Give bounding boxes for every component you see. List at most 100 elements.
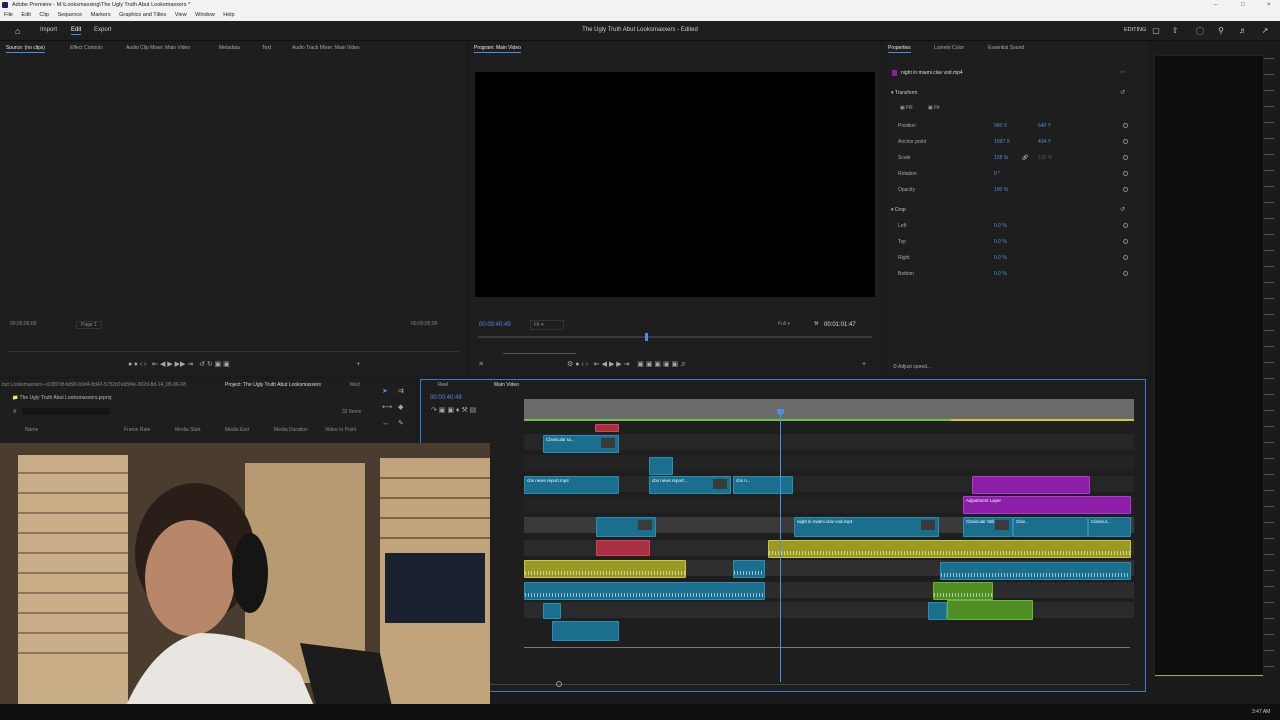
col-video-in-point[interactable]: Video In Point [325, 427, 356, 433]
reset-transform-icon[interactable]: ↺ [1120, 89, 1125, 96]
clip-cbs-n[interactable]: cbs n... [733, 476, 793, 494]
prop-anchor-point[interactable]: Anchor point 1097 X 434 Y [898, 139, 1138, 146]
keyframe-icon[interactable] [1123, 139, 1128, 144]
project-path-tab[interactable]: but Looksmaxxers--d1887df-bd90-b9d4-8d43… [2, 382, 207, 388]
timeline-playhead-line[interactable] [780, 412, 781, 682]
crop-section[interactable]: ▾ Crop [891, 207, 906, 213]
prop-position[interactable]: Position 960 X 540 Y [898, 123, 1138, 130]
menu-sequence[interactable]: Sequence [57, 12, 82, 18]
clip-night-in-miami[interactable]: night in miami clav vod.mp4 [794, 517, 939, 537]
clip-cbs-news-report-2[interactable]: cbs news report... [649, 476, 731, 494]
fill-button[interactable]: ▣ Fill [900, 105, 913, 111]
source-scrubber[interactable] [7, 351, 459, 352]
clip-adjustment-layer[interactable]: Adjustment Layer [963, 496, 1131, 514]
keyframe-icon[interactable] [1123, 187, 1128, 192]
clip-red-v1[interactable] [596, 540, 650, 556]
timeline-timecode[interactable]: 00:00:40:49 [430, 395, 462, 401]
keyframe-icon[interactable] [1123, 271, 1128, 276]
col-frame-rate[interactable]: Frame Rate [124, 427, 150, 433]
clip-clavicular-still[interactable]: Clavicular Still... [963, 517, 1013, 537]
panel-layout-icon[interactable]: ▢ [1151, 26, 1161, 36]
link-icon[interactable]: 🔗 [1022, 155, 1028, 161]
razor-tool-icon[interactable]: ◆ [398, 404, 403, 412]
program-scrubber[interactable] [478, 336, 872, 338]
clip-audio-a2[interactable] [524, 582, 765, 600]
pen-tool-icon[interactable]: ✎ [398, 420, 404, 428]
tab-audio-clip-mixer[interactable]: Audio Clip Mixer: Main Video [126, 42, 190, 55]
source-page-select[interactable]: Page 1 [76, 321, 102, 329]
clip-audio-a1-long[interactable] [940, 562, 1131, 580]
menu-clip[interactable]: Clip [39, 12, 48, 18]
maximize-icon[interactable]: □ [1241, 0, 1245, 10]
prop-crop-bottom[interactable]: Bottom 0.0 % [898, 271, 1138, 278]
tab-text[interactable]: Text [262, 42, 271, 55]
tab-metadata[interactable]: Metadata [219, 42, 240, 55]
selection-tool-icon[interactable]: ➤ [382, 388, 388, 396]
clip-audio-green-a2[interactable] [933, 582, 993, 600]
clip-v5-small[interactable] [649, 457, 673, 475]
fullscreen-icon[interactable]: ↗ [1260, 26, 1270, 36]
tab-essential-sound[interactable]: Essential Sound [988, 42, 1024, 55]
clip-clavicular-ta[interactable]: Clavicular ta... [543, 435, 619, 453]
progress-icon[interactable]: ◯ [1195, 26, 1205, 36]
prop-crop-left[interactable]: Left 0.0 % [898, 223, 1138, 230]
fit-button[interactable]: ▣ Fit [928, 105, 940, 111]
keyframe-icon[interactable] [1123, 223, 1128, 228]
col-media-start[interactable]: Media Start [175, 427, 201, 433]
col-name[interactable]: Name [25, 427, 38, 433]
project-search-icon[interactable]: ⚲ [13, 409, 17, 415]
scrollbar-handle[interactable] [556, 681, 562, 687]
volume-icon[interactable]: ♬ [1238, 26, 1248, 36]
quick-export-icon[interactable]: ⇧ [1170, 26, 1180, 36]
keyframe-icon[interactable] [1123, 123, 1128, 128]
prop-crop-right[interactable]: Right 0.0 % [898, 255, 1138, 262]
clip-yellow-v1[interactable] [768, 540, 1131, 558]
track-select-tool-icon[interactable]: ⇉ [398, 388, 404, 396]
clip-audio-yellow-a1[interactable] [524, 560, 686, 578]
program-viewer[interactable] [475, 72, 875, 297]
keyframe-icon[interactable] [1123, 171, 1128, 176]
clip-cbs-news-report[interactable]: cbs news report.mp4 [524, 476, 619, 494]
zoom-bar[interactable] [503, 353, 576, 354]
clip-red-small[interactable] [595, 424, 619, 432]
tab-audio-track-mixer[interactable]: Audio Track Mixer: Main Video [292, 42, 360, 55]
clip-audio-a3-small[interactable] [543, 603, 561, 619]
tab-effect-controls[interactable]: Effect Controls [70, 42, 103, 55]
zoom-select[interactable]: Fit ▾ [530, 320, 564, 330]
tab-lumetri-color[interactable]: Lumetri Color [934, 42, 964, 55]
quality-select[interactable]: Full ▾ [775, 320, 793, 328]
clip-audio-green-a3[interactable] [947, 600, 1033, 620]
keyframe-icon[interactable] [1123, 255, 1128, 260]
work-area-bar[interactable] [524, 419, 1134, 421]
tab-project[interactable]: Project: The Ugly Truth Abut Looksmaxxer… [225, 382, 321, 388]
menu-view[interactable]: View [175, 12, 187, 18]
clip-v2-a[interactable] [596, 517, 656, 537]
minimize-icon[interactable]: – [1214, 0, 1217, 10]
keyframe-icon[interactable] [1123, 155, 1128, 160]
col-media-end[interactable]: Media End [225, 427, 249, 433]
menu-file[interactable]: File [4, 12, 13, 18]
slip-tool-icon[interactable]: ↔ [382, 420, 389, 428]
menu-markers[interactable]: Markers [91, 12, 111, 18]
tab-reel[interactable]: Reel [438, 382, 448, 388]
clip-purple-graphic[interactable] [972, 476, 1090, 494]
tab-source[interactable]: Source: (no clips) [6, 42, 45, 55]
add-button-icon[interactable]: + [862, 361, 866, 369]
clip-audio-a1-small[interactable] [733, 560, 765, 578]
menu-graphics[interactable]: Graphics and Titles [119, 12, 166, 18]
program-timecode[interactable]: 00:00:40:49 [479, 322, 511, 328]
prop-crop-top[interactable]: Top 0.0 % [898, 239, 1138, 246]
search-icon[interactable]: ⚲ [1216, 26, 1226, 36]
timeline-scrollbar[interactable] [490, 684, 1130, 685]
menu-edit[interactable]: Edit [21, 12, 30, 18]
settings-wrench-icon[interactable]: ⚒ [814, 321, 818, 327]
timeline-tools-icon[interactable]: ↷ ▣ ▣ ♦ ⚒ ▤ [431, 407, 476, 415]
menu-help[interactable]: Help [223, 12, 234, 18]
prop-rotation[interactable]: Rotation 0 ° [898, 171, 1138, 178]
more-options-icon[interactable]: ⋯ [1119, 68, 1126, 76]
prop-opacity[interactable]: Opacity 100 % [898, 187, 1138, 194]
adjust-speed-link[interactable]: ⏱ Adjust speed... [893, 364, 931, 370]
clip-audio-a3-teal[interactable] [928, 602, 947, 620]
tab-program[interactable]: Program: Main Video [474, 42, 521, 55]
menu-window[interactable]: Window [195, 12, 215, 18]
